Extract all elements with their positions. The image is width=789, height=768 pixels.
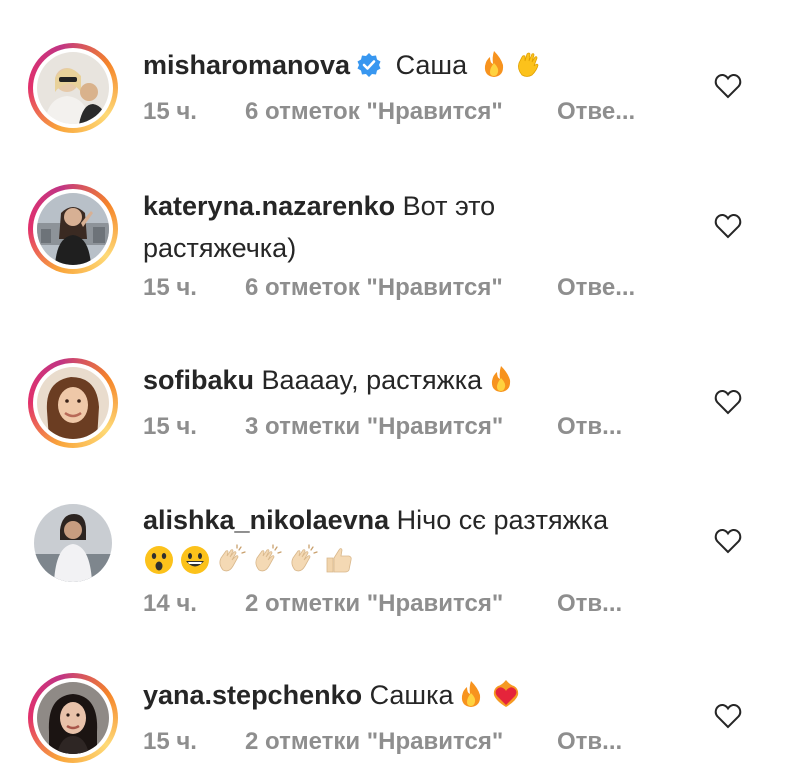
heart-outline-icon[interactable]	[714, 703, 742, 729]
comment-time: 15 ч.	[143, 413, 197, 440]
avatar[interactable]	[37, 52, 109, 124]
likes-count-link[interactable]: 2 отметки "Нравится"	[245, 728, 557, 756]
heart-outline-icon[interactable]	[714, 213, 742, 239]
heart-outline-icon[interactable]	[714, 389, 742, 415]
thumbs-up-emoji	[323, 544, 355, 588]
likes-count-link[interactable]: 6 отметок "Нравится"	[245, 98, 557, 126]
comment-text: Вот это	[402, 191, 496, 221]
reply-button[interactable]: Отв...	[557, 728, 622, 756]
verified-badge-icon	[356, 48, 382, 90]
avatar[interactable]	[37, 193, 109, 265]
comment-username[interactable]: sofibaku	[143, 365, 254, 395]
comment-text: Вааааy, растяжка	[261, 365, 483, 395]
comment-username[interactable]: misharomanova	[143, 50, 350, 80]
reply-button[interactable]: Отве...	[557, 98, 635, 126]
waving-hand-emoji	[513, 49, 543, 91]
heart-on-fire-emoji	[490, 677, 522, 721]
avatar[interactable]	[37, 682, 109, 754]
clapping-hands-emoji	[215, 544, 247, 588]
reply-button[interactable]: Отв...	[557, 413, 622, 441]
story-ring[interactable]	[28, 43, 118, 133]
astonished-face-emoji	[143, 544, 175, 588]
comment-time: 14 ч.	[143, 590, 197, 617]
comment-text: Сашка	[369, 680, 454, 710]
grinning-face-emoji	[179, 544, 211, 588]
comment-username[interactable]: alishka_nikolaevna	[143, 505, 389, 535]
fire-emoji	[486, 364, 516, 406]
story-ring[interactable]	[28, 184, 118, 274]
heart-outline-icon[interactable]	[714, 73, 742, 99]
comment-username[interactable]: kateryna.nazarenko	[143, 191, 395, 221]
comment-text: Саша	[395, 50, 468, 80]
story-ring[interactable]	[28, 358, 118, 448]
reply-button[interactable]: Отв...	[557, 590, 622, 618]
likes-count-link[interactable]: 2 отметки "Нравится"	[245, 590, 557, 618]
comment-time: 15 ч.	[143, 98, 197, 125]
clapping-hands-emoji	[251, 544, 283, 588]
comment-time: 15 ч.	[143, 728, 197, 755]
comment-text-line2: растяжечка)	[143, 233, 297, 263]
comment-time: 15 ч.	[143, 274, 197, 301]
likes-count-link[interactable]: 6 отметок "Нравится"	[245, 274, 557, 302]
heart-outline-icon[interactable]	[714, 528, 742, 554]
reply-button[interactable]: Отве...	[557, 274, 635, 302]
fire-emoji	[456, 679, 486, 721]
clapping-hands-emoji	[287, 544, 319, 588]
avatar-wrap[interactable]	[28, 498, 118, 588]
avatar[interactable]	[34, 504, 112, 582]
likes-count-link[interactable]: 3 отметки "Нравится"	[245, 413, 557, 441]
story-ring[interactable]	[28, 673, 118, 763]
fire-emoji	[479, 49, 509, 91]
comment-username[interactable]: yana.stepchenko	[143, 680, 362, 710]
avatar[interactable]	[37, 367, 109, 439]
comment-text: Нічо сє разтяжка	[396, 505, 609, 535]
